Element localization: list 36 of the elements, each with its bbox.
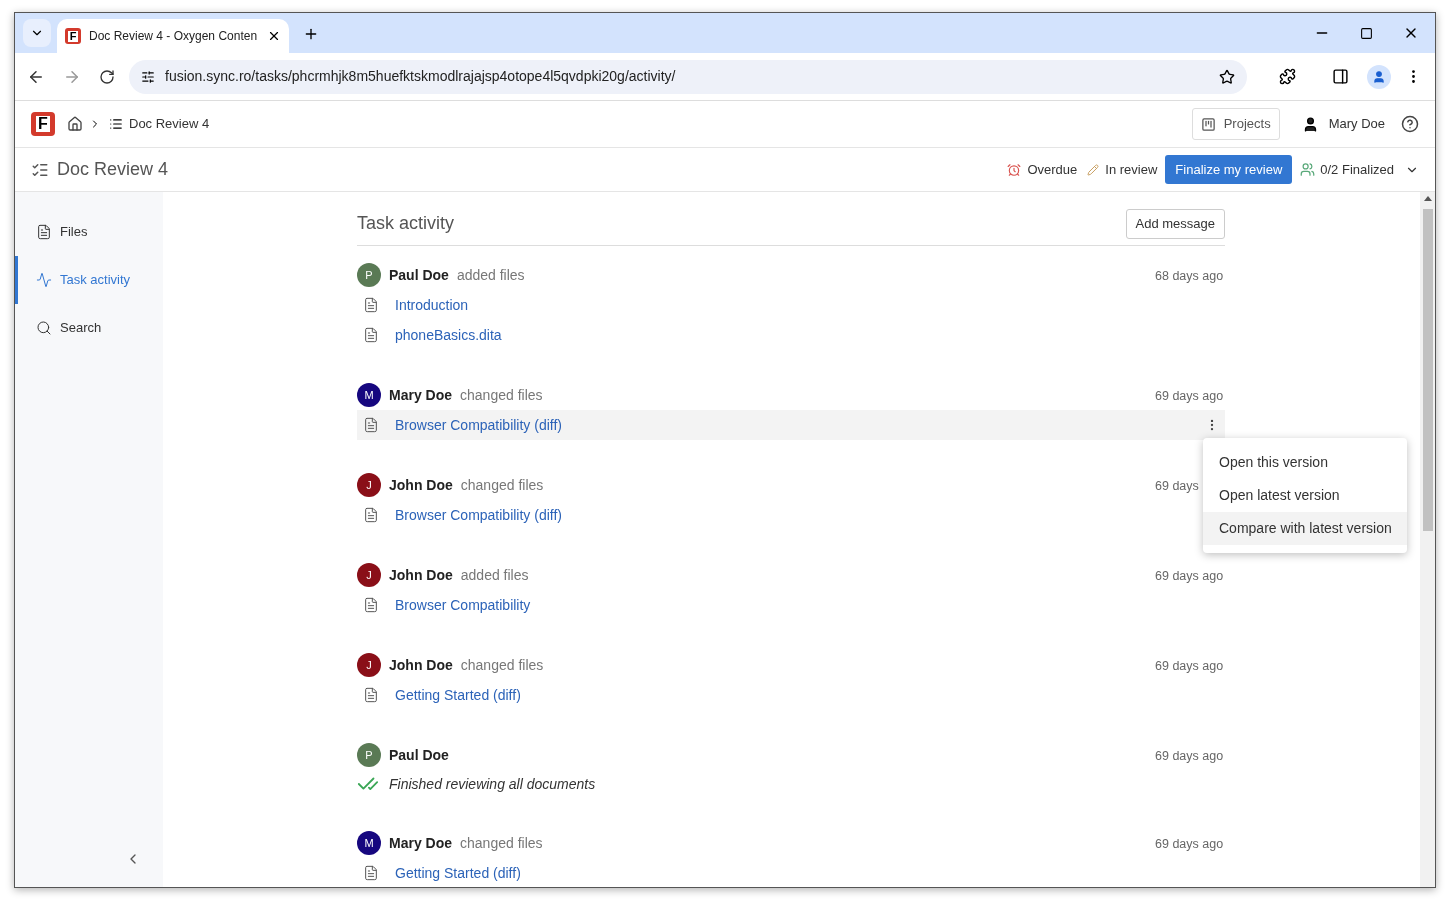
user-avatar: M [357, 831, 381, 855]
task-title: Doc Review 4 [57, 158, 169, 181]
user-name: Mary Doe [389, 385, 453, 405]
user-avatar: P [357, 263, 381, 287]
user-name: John Doe [389, 565, 453, 585]
activity-action: changed files [460, 475, 544, 495]
activity-action: changed files [460, 655, 544, 675]
activity-action: added files [460, 565, 529, 585]
section-title: Task activity [357, 212, 455, 235]
activity-action: changed files [460, 833, 543, 853]
user-name: Mary Doe [389, 833, 453, 853]
user-avatar: P [357, 743, 381, 767]
activity-time: 69 days ago [1155, 389, 1224, 403]
overdue-status: Overdue [1027, 160, 1078, 179]
url-text: fusion.sync.ro/tasks/phcrmhjk8m5huefktskmodlrajajsp4otope4l5qvdpki20g/activity/ [165, 67, 676, 86]
activity-time: 68 days ago [1155, 269, 1224, 283]
user-name: Paul Doe [389, 265, 449, 285]
user-avatar: J [357, 473, 381, 497]
activity-time: 69 days ago [1155, 837, 1224, 851]
review-note: Finished reviewing all documents [389, 774, 596, 794]
tab-title: Doc Review 4 - Oxygen Conten [89, 28, 258, 45]
activity-time: 69 days ago [1155, 659, 1224, 673]
user-name: John Doe [389, 475, 453, 495]
user-avatar: J [357, 563, 381, 587]
user-name: Paul Doe [389, 745, 449, 765]
activity-action: added files [456, 265, 525, 285]
activity-time: 69 days ago [1155, 749, 1224, 763]
activity-action: changed files [460, 385, 543, 405]
review-status: In review [1105, 160, 1158, 179]
user-avatar: M [357, 383, 381, 407]
app-logo: F [65, 28, 81, 44]
user-avatar: J [357, 653, 381, 677]
user-name: John Doe [389, 655, 453, 675]
activity-time: 69 days [1155, 479, 1199, 493]
activity-time: 69 days ago [1155, 569, 1224, 583]
app-logo: F [31, 112, 55, 136]
